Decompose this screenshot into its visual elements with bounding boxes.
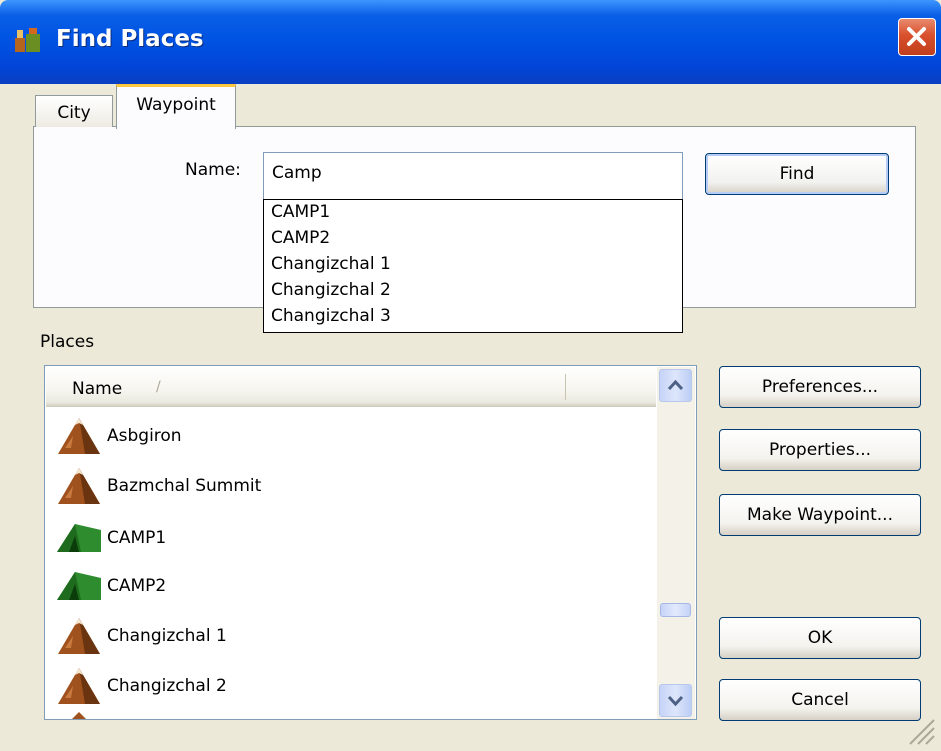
scroll-up-button[interactable]: [659, 369, 692, 402]
peak-icon: [58, 418, 100, 454]
autocomplete-item[interactable]: CAMP2: [271, 226, 330, 250]
cancel-button[interactable]: Cancel: [719, 679, 921, 721]
window-title: Find Places: [56, 26, 204, 52]
peak-icon: [58, 468, 100, 504]
autocomplete-item[interactable]: Changizchal 3: [271, 304, 391, 328]
places-label: Places: [40, 332, 95, 352]
tab-city[interactable]: City: [35, 95, 113, 127]
list-item-label: Bazmchal Summit: [107, 476, 262, 496]
tab-waypoint[interactable]: Waypoint: [116, 84, 236, 129]
places-list[interactable]: Name / Asbgiron Bazmchal Summit CAMP1 CA…: [44, 365, 697, 720]
preferences-button[interactable]: Preferences...: [719, 366, 921, 408]
list-item-label: Changizchal 1: [107, 626, 227, 646]
app-icon: [15, 28, 40, 52]
close-icon: [907, 27, 926, 46]
name-label: Name:: [185, 160, 241, 180]
tent-icon: [57, 572, 101, 600]
chevron-down-icon: [667, 695, 684, 707]
list-item-label: CAMP2: [107, 576, 167, 596]
autocomplete-item[interactable]: CAMP1: [271, 200, 330, 224]
close-button[interactable]: [898, 18, 936, 56]
peak-icon: [72, 712, 86, 719]
vertical-scrollbar[interactable]: [657, 367, 695, 719]
list-item-label: Changizchal 2: [107, 676, 227, 696]
autocomplete-item[interactable]: Changizchal 2: [271, 278, 391, 302]
find-button[interactable]: Find: [705, 153, 889, 195]
chevron-up-icon: [667, 379, 684, 391]
peak-icon: [58, 618, 100, 654]
name-input[interactable]: Camp: [263, 152, 683, 200]
make-waypoint-button[interactable]: Make Waypoint...: [719, 494, 921, 536]
scroll-down-button[interactable]: [659, 684, 692, 717]
column-header-label: Name: [72, 379, 123, 399]
autocomplete-list: CAMP1 CAMP2 Changizchal 1 Changizchal 2 …: [263, 199, 683, 333]
properties-button[interactable]: Properties...: [719, 429, 921, 471]
column-divider[interactable]: [565, 374, 566, 400]
tent-icon: [57, 524, 101, 552]
sort-ascending-icon: /: [156, 379, 161, 395]
list-item-label: Asbgiron: [107, 426, 182, 446]
ok-button[interactable]: OK: [719, 617, 921, 659]
peak-icon: [58, 668, 100, 704]
autocomplete-item[interactable]: Changizchal 1: [271, 252, 391, 276]
column-header-name[interactable]: Name /: [46, 367, 656, 407]
list-item-label: CAMP1: [107, 528, 167, 548]
resize-grip-icon[interactable]: [900, 710, 936, 746]
scroll-thumb[interactable]: [660, 603, 691, 617]
